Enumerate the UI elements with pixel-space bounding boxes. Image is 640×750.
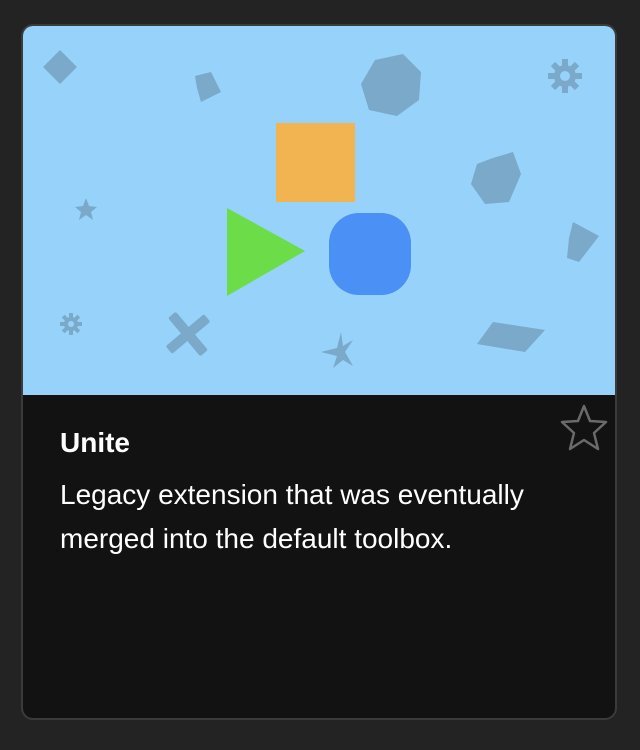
favorite-star-icon[interactable] [559,403,609,453]
gear-shape [548,59,582,93]
small-star-shape [75,198,97,220]
sparkle-shape [321,332,353,368]
extension-title: Unite [60,427,130,458]
orange-square-shape [276,123,355,202]
blue-rounded-square-shape [329,213,411,295]
parallelogram-shape [477,322,545,352]
heptagon-shape [471,152,521,204]
kite-shape [567,222,599,262]
extension-description: Legacy extension that was eventually mer… [60,479,524,554]
decorative-shapes [43,50,599,368]
thumbnail-illustration [43,50,599,368]
pentagon-shape [195,72,221,102]
octagon-shape [361,54,421,116]
small-gear-shape [60,313,82,335]
cross-shape [166,312,210,356]
extension-card[interactable]: Unite Legacy extension that was eventual… [21,24,617,720]
green-triangle-shape [227,208,305,296]
diamond-shape [43,50,77,84]
extension-info: Unite Legacy extension that was eventual… [23,395,615,718]
extension-thumbnail [23,26,615,395]
